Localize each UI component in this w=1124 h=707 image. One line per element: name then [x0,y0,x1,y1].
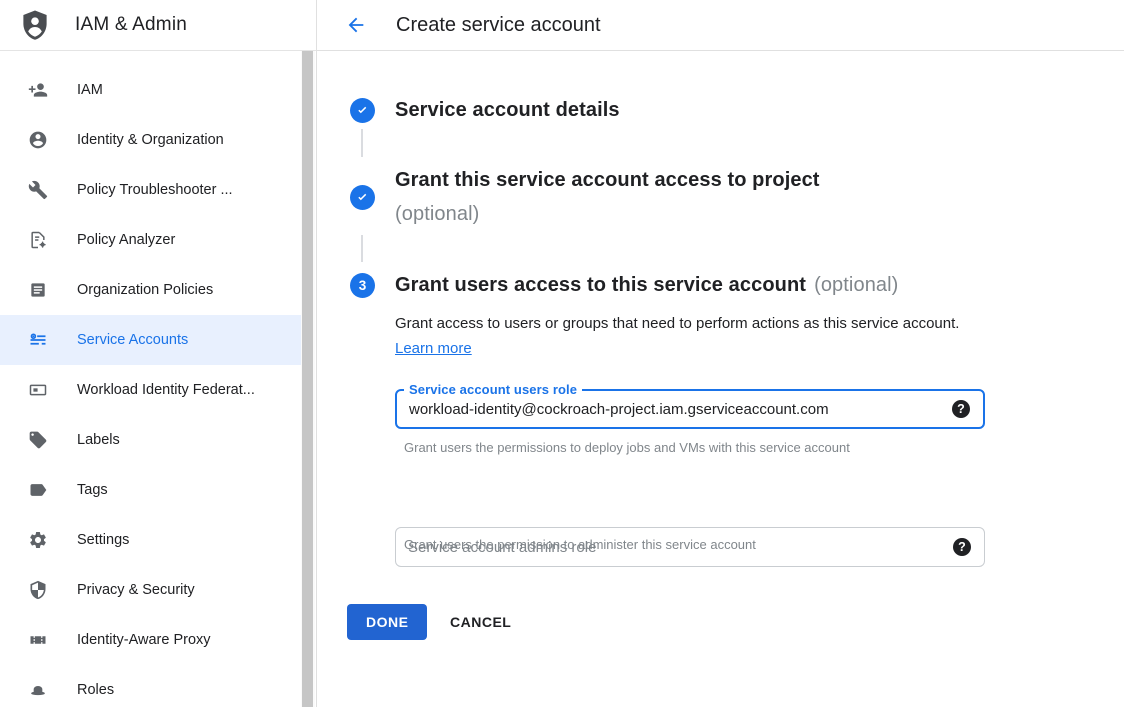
help-icon[interactable]: ? [953,538,971,556]
sidebar-item-label: Service Accounts [77,332,188,348]
list-document-icon [28,280,48,300]
sidebar-item-label: Labels [77,432,120,448]
done-button[interactable]: DONE [347,604,427,640]
step3-title-line: Grant users access to this service accou… [395,270,898,300]
sidebar-item-label: Identity & Organization [77,132,224,148]
wizard-content: Service account details Grant this servi… [350,51,1124,707]
sidebar-nav: IAM Identity & Organization Policy Troub… [0,51,316,707]
tag-arrow-icon [28,480,48,500]
hat-icon [28,680,48,700]
sidebar-item-label: Identity-Aware Proxy [77,632,211,648]
users-role-field-label: Service account users role [404,382,582,397]
main-panel: Create service account Service account d… [317,0,1124,707]
step3-number-badge: 3 [350,273,375,298]
step2-check-icon [350,185,375,210]
price-tag-icon [28,430,48,450]
sidebar-item-privacy-security[interactable]: Privacy & Security [0,565,303,615]
person-add-icon [28,80,48,100]
step2-optional-label: (optional) [395,197,820,231]
step2-title: Grant this service account access to pro… [395,163,820,197]
step1-check-icon [350,98,375,123]
sidebar-item-label: Policy Troubleshooter ... [77,182,233,198]
sidebar-item-service-accounts[interactable]: Service Accounts [0,315,303,365]
sidebar-item-label: Tags [77,482,108,498]
learn-more-link[interactable]: Learn more [395,340,472,357]
sidebar-item-tags[interactable]: Tags [0,465,303,515]
sidebar-item-label: Organization Policies [77,282,213,298]
page-title: Create service account [396,14,601,37]
step3-number: 3 [359,278,367,293]
iam-admin-app: IAM & Admin IAM Identity & Organization [0,0,1124,707]
sidebar-item-policy-troubleshooter[interactable]: Policy Troubleshooter ... [0,165,303,215]
sidebar-header: IAM & Admin [0,0,316,51]
admins-role-helper-text: Grant users the permission to administer… [404,537,756,552]
sidebar-item-labels[interactable]: Labels [0,415,303,465]
step3-description-text: Grant access to users or groups that nee… [395,315,959,332]
sidebar-item-label: IAM [77,82,103,98]
sidebar-item-label: Policy Analyzer [77,232,175,248]
sidebar-scrollbar-thumb[interactable] [302,51,313,707]
step2-title-block[interactable]: Grant this service account access to pro… [395,163,820,231]
sidebar-item-label: Privacy & Security [77,582,195,598]
users-role-helper-text: Grant users the permissions to deploy jo… [404,440,850,455]
users-role-field: Service account users role ? [395,389,985,429]
sidebar-product-title: IAM & Admin [75,14,187,36]
gear-icon [28,530,48,550]
step-connector [361,129,363,157]
step3-description: Grant access to users or groups that nee… [395,311,995,361]
sidebar: IAM & Admin IAM Identity & Organization [0,0,317,707]
sidebar-scrollbar-track [301,51,315,707]
sidebar-item-label: Settings [77,532,129,548]
sidebar-item-organization-policies[interactable]: Organization Policies [0,265,303,315]
step1-title[interactable]: Service account details [395,98,620,123]
wrench-icon [28,180,48,200]
service-account-icon [28,330,48,350]
proxy-icon [28,630,48,650]
sidebar-item-policy-analyzer[interactable]: Policy Analyzer [0,215,303,265]
shield-icon [28,580,48,600]
cancel-button[interactable]: CANCEL [450,604,511,640]
sidebar-item-settings[interactable]: Settings [0,515,303,565]
sidebar-item-label: Roles [77,682,114,698]
document-gear-icon [28,230,48,250]
step3-optional-label: (optional) [814,274,898,296]
iam-shield-person-icon [17,6,53,44]
step3-title: Grant users access to this service accou… [395,274,806,296]
sidebar-item-label: Workload Identity Federat... [77,382,255,398]
help-icon[interactable]: ? [952,400,970,418]
back-arrow-icon[interactable] [341,10,371,40]
sidebar-item-roles[interactable]: Roles [0,665,303,707]
step-connector [361,235,363,262]
sidebar-item-identity-aware-proxy[interactable]: Identity-Aware Proxy [0,615,303,665]
sidebar-item-identity-organization[interactable]: Identity & Organization [0,115,303,165]
account-circle-icon [28,130,48,150]
id-card-icon [28,380,48,400]
sidebar-item-workload-identity-federation[interactable]: Workload Identity Federat... [0,365,303,415]
page-header: Create service account [317,0,1124,51]
sidebar-item-iam[interactable]: IAM [0,65,303,115]
